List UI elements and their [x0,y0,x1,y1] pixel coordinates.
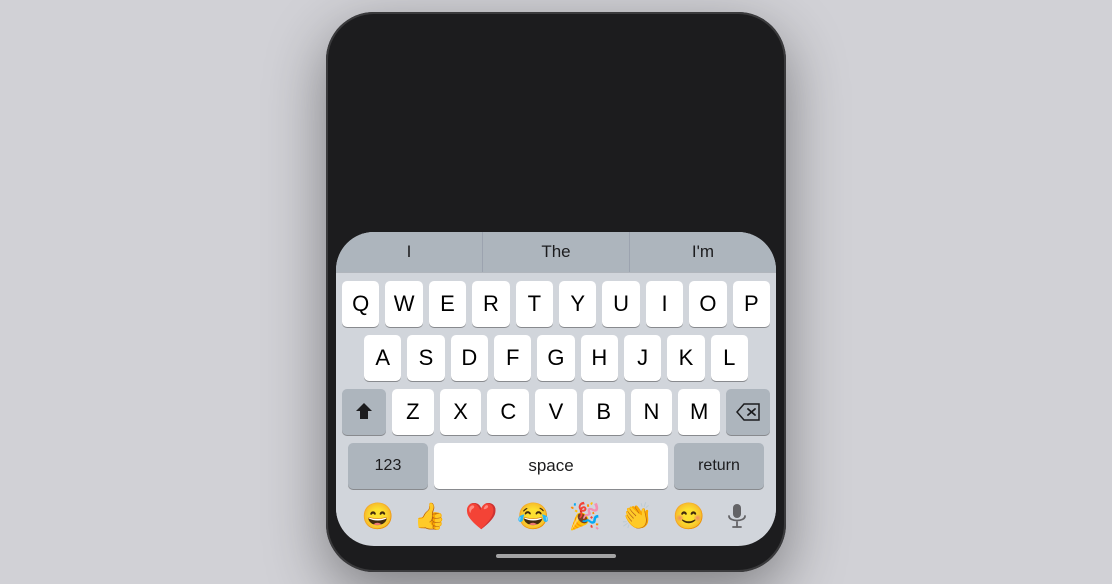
key-u[interactable]: U [602,281,639,327]
shift-button[interactable] [342,389,386,435]
key-y[interactable]: Y [559,281,596,327]
emoji-clap[interactable]: 👏 [621,501,653,532]
key-row-3: Z X C V B N M [342,389,770,435]
delete-icon [735,402,761,422]
numbers-button[interactable]: 123 [348,443,428,489]
emoji-party[interactable]: 🎉 [569,501,601,532]
key-z[interactable]: Z [392,389,434,435]
keyboard-body: Q W E R T Y U I O P A S D F G H J K [336,273,776,493]
space-button[interactable]: space [434,443,668,489]
key-w[interactable]: W [385,281,422,327]
home-indicator [496,554,616,558]
key-row-bottom: 123 space return [342,443,770,489]
key-row-2: A S D F G H J K L [342,335,770,381]
key-t[interactable]: T [516,281,553,327]
key-s[interactable]: S [407,335,444,381]
microphone-button[interactable] [724,504,750,530]
key-e[interactable]: E [429,281,466,327]
keyboard-area: I The I'm Q W E R T Y U I O P A S [336,232,776,546]
predictive-item-i[interactable]: I [336,232,483,272]
key-j[interactable]: J [624,335,661,381]
key-a[interactable]: A [364,335,401,381]
key-row-1: Q W E R T Y U I O P [342,281,770,327]
emoji-bar: 😄 👍 ❤️ 😂 🎉 👏 😊 [336,493,776,538]
emoji-heart[interactable]: ❤️ [465,501,497,532]
microphone-icon [727,503,747,531]
predictive-bar: I The I'm [336,232,776,273]
emoji-thumbsup[interactable]: 👍 [414,501,446,532]
key-g[interactable]: G [537,335,574,381]
key-q[interactable]: Q [342,281,379,327]
key-r[interactable]: R [472,281,509,327]
phone-frame: I The I'm Q W E R T Y U I O P A S [326,12,786,572]
return-button[interactable]: return [674,443,764,489]
key-c[interactable]: C [487,389,529,435]
shift-icon [354,401,374,423]
predictive-item-the[interactable]: The [483,232,630,272]
key-v[interactable]: V [535,389,577,435]
delete-button[interactable] [726,389,770,435]
key-k[interactable]: K [667,335,704,381]
key-x[interactable]: X [440,389,482,435]
emoji-smile[interactable]: 😊 [672,501,704,532]
key-i[interactable]: I [646,281,683,327]
key-b[interactable]: B [583,389,625,435]
key-o[interactable]: O [689,281,726,327]
key-m[interactable]: M [678,389,720,435]
key-l[interactable]: L [711,335,748,381]
key-h[interactable]: H [581,335,618,381]
key-n[interactable]: N [631,389,673,435]
key-p[interactable]: P [733,281,770,327]
predictive-item-im[interactable]: I'm [630,232,776,272]
emoji-smiley[interactable]: 😄 [362,501,394,532]
key-f[interactable]: F [494,335,531,381]
emoji-laugh[interactable]: 😂 [517,501,549,532]
key-d[interactable]: D [451,335,488,381]
